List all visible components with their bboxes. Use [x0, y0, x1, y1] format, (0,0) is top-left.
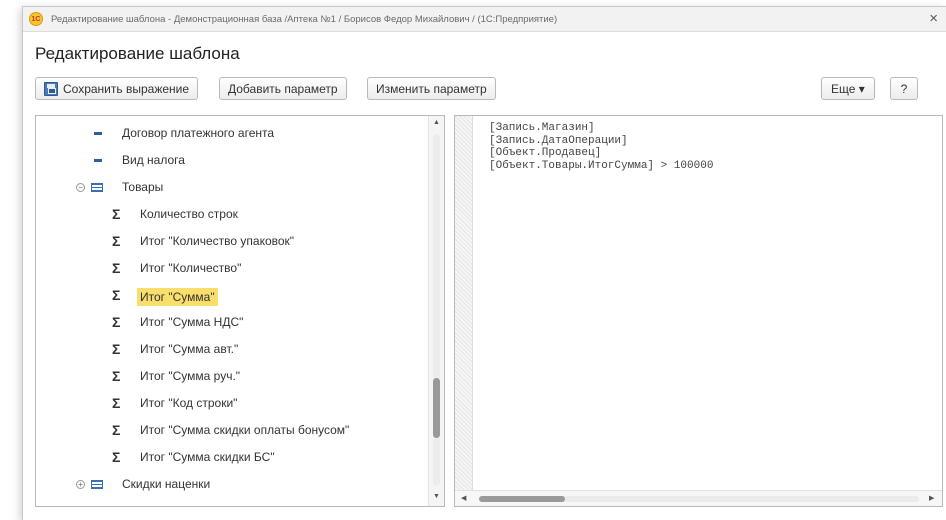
tree-row[interactable]: Σ Количество строк: [36, 201, 426, 228]
tree-item-label: Итог "Сумма НДС": [140, 315, 244, 329]
tree-item-label: Вид налога: [122, 153, 185, 167]
tree-vertical-scrollbar[interactable]: ▲ ▼: [428, 116, 444, 506]
editor-gutter: [455, 116, 473, 490]
tree-item-label: Договор платежного агента: [122, 126, 275, 140]
tree-row[interactable]: Σ Итог "Сумма скидки оплаты бонусом": [36, 417, 426, 444]
tree-row[interactable]: Σ Итог "Сумма руч.": [36, 363, 426, 390]
expression-text[interactable]: [Запись.Магазин] [Запись.ДатаОперации] [Об…: [489, 122, 713, 172]
tree-item-label: Итог "Сумма скидки БС": [140, 450, 275, 464]
tree-row[interactable]: Σ Итог "Сумма НДС": [36, 309, 426, 336]
edit-parameter-button[interactable]: Изменить параметр: [367, 77, 496, 100]
tree-row[interactable]: Σ Итог "Количество": [36, 255, 426, 282]
close-icon[interactable]: ×: [929, 10, 938, 28]
page-title: Редактирование шаблона: [35, 44, 240, 63]
scroll-right-arrow-icon[interactable]: ▶: [929, 494, 934, 502]
more-label: Еще ▾: [831, 81, 865, 96]
expression-line: [Объект.Товары.ИтогСумма] > 100000: [489, 159, 714, 172]
sigma-icon: Σ: [112, 368, 121, 384]
collapse-toggle-icon[interactable]: −: [76, 183, 85, 192]
tree-item-label: Итог "Количество": [140, 261, 242, 275]
expand-toggle-icon[interactable]: +: [76, 480, 85, 489]
sigma-icon: Σ: [112, 314, 121, 330]
add-parameter-label: Добавить параметр: [228, 81, 338, 96]
sigma-icon: Σ: [112, 341, 121, 357]
template-editor-window: 1С Редактирование шаблона - Демонстрацио…: [22, 6, 946, 520]
tree-row[interactable]: Σ Итог "Количество упаковок": [36, 228, 426, 255]
scroll-down-arrow-icon[interactable]: ▼: [433, 493, 440, 500]
tree-item-label: Итог "Сумма скидки оплаты бонусом": [140, 423, 350, 437]
expression-line: [Запись.ДатаОперации]: [489, 134, 628, 147]
table-icon: [91, 183, 103, 192]
tree-row[interactable]: − Товары: [36, 174, 426, 201]
fields-tree[interactable]: Договор платежного агента Вид налога − Това…: [35, 115, 445, 507]
sigma-icon: Σ: [112, 260, 121, 276]
tree-row[interactable]: + Скидки наценки: [36, 471, 426, 498]
save-disk-icon: [44, 81, 58, 96]
edit-parameter-label: Изменить параметр: [376, 81, 487, 96]
table-icon: [91, 480, 103, 489]
help-label: ?: [900, 81, 908, 96]
help-button[interactable]: ?: [890, 77, 918, 100]
more-button[interactable]: Еще ▾: [821, 77, 875, 100]
tree-item-label: Скидки наценки: [122, 477, 211, 491]
sigma-icon: Σ: [112, 422, 121, 438]
tree-row[interactable]: Σ Итог "Код строки": [36, 390, 426, 417]
tree-row[interactable]: Σ Итог "Сумма": [36, 282, 426, 309]
tree-row[interactable]: Σ Итог "Сумма скидки БС": [36, 444, 426, 471]
tree-item-label-selected: Итог "Сумма": [137, 288, 218, 306]
requisite-dash-icon: [94, 132, 102, 135]
sigma-icon: Σ: [112, 449, 121, 465]
sigma-icon: Σ: [112, 287, 121, 303]
expression-editor[interactable]: [Запись.Магазин] [Запись.ДатаОперации] [Об…: [454, 115, 943, 507]
1c-logo-icon: 1С: [29, 12, 43, 26]
tree-row[interactable]: Вид налога: [36, 147, 426, 174]
requisite-dash-icon: [94, 159, 102, 162]
window-title: Редактирование шаблона - Демонстрационна…: [51, 13, 558, 25]
title-bar: 1С Редактирование шаблона - Демонстрацио…: [23, 7, 946, 32]
expression-line: [Объект.Продавец]: [489, 147, 602, 159]
sigma-icon: Σ: [112, 206, 121, 222]
save-expression-button[interactable]: Сохранить выражение: [35, 77, 199, 100]
scroll-thumb[interactable]: [433, 378, 440, 438]
tree-item-label: Итог "Код строки": [140, 396, 238, 410]
hscroll-thumb[interactable]: [479, 496, 565, 502]
tree-item-label: Итог "Количество упаковок": [140, 234, 295, 248]
tree-item-label: Итог "Сумма авт.": [140, 342, 239, 356]
sigma-icon: Σ: [112, 233, 121, 249]
toolbar: Сохранить выражение Добавить параметр Из…: [35, 77, 946, 101]
tree-item-label: Итог "Сумма руч.": [140, 369, 241, 383]
tree-item-label: Товары: [122, 180, 164, 194]
scroll-left-arrow-icon[interactable]: ◀: [461, 494, 466, 502]
expression-line: [Запись.Магазин]: [489, 122, 595, 134]
save-expression-label: Сохранить выражение: [63, 81, 190, 96]
add-parameter-button[interactable]: Добавить параметр: [219, 77, 347, 100]
tree-row[interactable]: Договор платежного агента: [36, 120, 426, 147]
scroll-up-arrow-icon[interactable]: ▲: [433, 119, 440, 126]
sigma-icon: Σ: [112, 395, 121, 411]
tree-item-label: Количество строк: [140, 207, 238, 221]
editor-horizontal-scrollbar[interactable]: ◀ ▶: [455, 490, 942, 506]
tree-row[interactable]: Σ Итог "Сумма авт.": [36, 336, 426, 363]
